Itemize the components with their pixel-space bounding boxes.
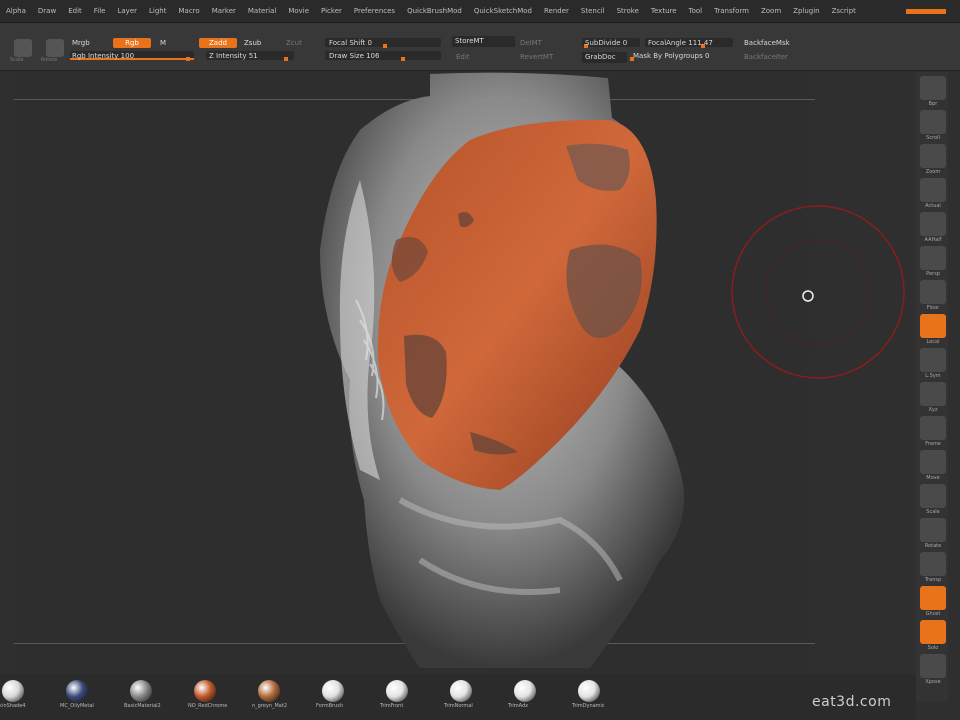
shelf-button-solo[interactable] bbox=[920, 620, 946, 644]
shelf-button-local[interactable] bbox=[920, 314, 946, 338]
shelf-button-rotate[interactable] bbox=[920, 518, 946, 542]
shelf-button-zoom[interactable] bbox=[920, 144, 946, 168]
shelf-label: Ghost bbox=[925, 611, 941, 617]
material-swatch-basicmaterial2[interactable] bbox=[130, 680, 152, 702]
shelf-button-aahalf[interactable] bbox=[920, 212, 946, 236]
material-label: n_greyn_Mat2 bbox=[252, 703, 288, 709]
shelf-button-scroll[interactable] bbox=[920, 110, 946, 134]
material-label: TrimDynamic bbox=[572, 703, 605, 709]
material-swatch-trimadx[interactable] bbox=[514, 680, 536, 702]
material-swatch-trimdynamic[interactable] bbox=[578, 680, 600, 702]
material-swatch-skinshade4[interactable] bbox=[2, 680, 24, 702]
shelf-label: Zoom bbox=[925, 169, 941, 175]
material-swatch-no-redchrome[interactable] bbox=[194, 680, 216, 702]
shelf-label: Local bbox=[926, 339, 940, 345]
shelf-button-frame[interactable] bbox=[920, 416, 946, 440]
shelf-label: AAHalf bbox=[924, 237, 942, 243]
shelf-label: Bpr bbox=[928, 101, 938, 107]
shelf-button-scale[interactable] bbox=[920, 484, 946, 508]
material-label: TrimNormal bbox=[444, 703, 473, 709]
shelf-label: Xyz bbox=[928, 407, 938, 413]
brush-radius-ring bbox=[731, 205, 905, 379]
material-swatch-trimfront[interactable] bbox=[386, 680, 408, 702]
material-label: NO_RedChrome bbox=[188, 703, 228, 709]
sculpt-model bbox=[320, 72, 905, 668]
shelf-label: L.Sym bbox=[925, 373, 941, 379]
material-label: FormBrush bbox=[316, 703, 344, 709]
shelf-button-xpose[interactable] bbox=[920, 654, 946, 678]
shelf-button-actual[interactable] bbox=[920, 178, 946, 202]
shelf-label: Transp bbox=[924, 577, 942, 583]
shelf-button-persp[interactable] bbox=[920, 246, 946, 270]
shelf-button-floor[interactable] bbox=[920, 280, 946, 304]
shelf-label: Move bbox=[926, 475, 940, 481]
shelf-label: Floor bbox=[926, 305, 940, 311]
shelf-button-ghost[interactable] bbox=[920, 586, 946, 610]
shelf-button-bpr[interactable] bbox=[920, 76, 946, 100]
shelf-label: Actual bbox=[925, 203, 941, 209]
material-swatch-n-greyn-mat2[interactable] bbox=[258, 680, 280, 702]
shelf-label: Frame bbox=[925, 441, 941, 447]
shelf-button-transp[interactable] bbox=[920, 552, 946, 576]
material-label: TrimFront bbox=[380, 703, 404, 709]
material-swatch-trimnormal[interactable] bbox=[450, 680, 472, 702]
shelf-label: Solo bbox=[927, 645, 939, 651]
shelf-label: Persp bbox=[926, 271, 940, 277]
shelf-button-move[interactable] bbox=[920, 450, 946, 474]
shelf-label: Rotate bbox=[924, 543, 942, 549]
material-label: TrimAdx bbox=[508, 703, 529, 709]
shelf-button-xyz[interactable] bbox=[920, 382, 946, 406]
shelf-label: Scroll bbox=[926, 135, 940, 141]
shelf-label: Xpose bbox=[925, 679, 941, 685]
brush-inner-ring bbox=[765, 239, 871, 345]
watermark: eat3d.com bbox=[812, 694, 892, 710]
material-label: MC_OilyMetal bbox=[60, 703, 94, 709]
material-swatch-formbrush[interactable] bbox=[322, 680, 344, 702]
shelf-label: Scale bbox=[926, 509, 940, 515]
material-label: BasicMaterial2 bbox=[124, 703, 161, 709]
shelf-button-lsym[interactable] bbox=[920, 348, 946, 372]
material-label: SkinShade4 bbox=[0, 703, 26, 709]
material-swatch-mc-oilymetal[interactable] bbox=[66, 680, 88, 702]
brush-center-icon bbox=[802, 290, 814, 302]
